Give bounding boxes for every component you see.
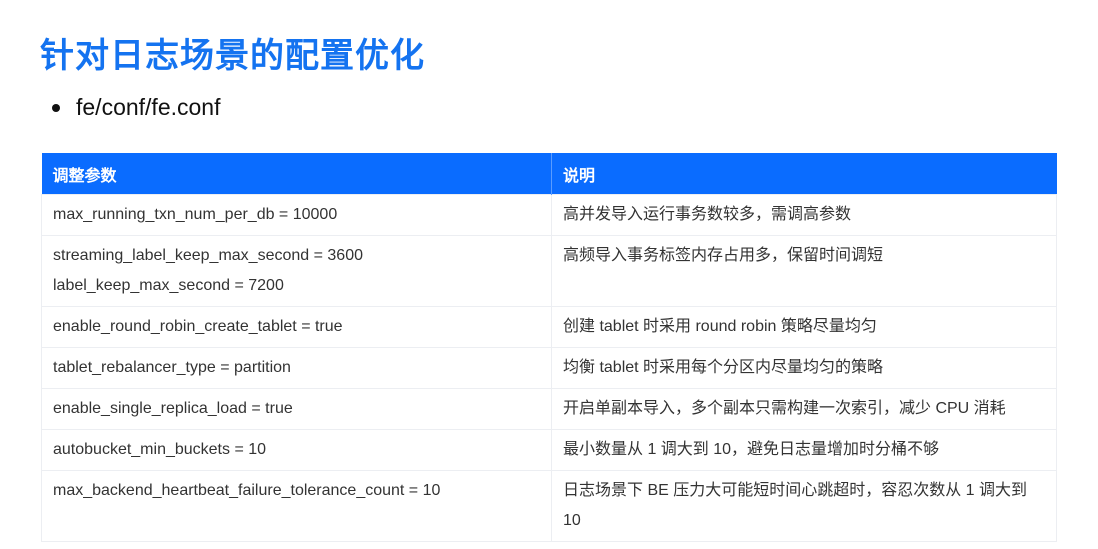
description-cell: 高并发导入运行事务数较多，需调高参数 [552, 195, 1057, 236]
description-cell: 最小数量从 1 调大到 10，避免日志量增加时分桶不够 [552, 430, 1057, 471]
param-line: label_keep_max_second = 7200 [53, 271, 540, 301]
table-row: enable_single_replica_load = true 开启单副本导入… [42, 389, 1057, 430]
bullet-dot-icon [52, 104, 60, 112]
table-header-row: 调整参数 说明 [42, 153, 1057, 195]
table-row: autobucket_min_buckets = 10 最小数量从 1 调大到 1… [42, 430, 1057, 471]
table-row: streaming_label_keep_max_second = 3600la… [42, 236, 1057, 307]
description-cell: 高频导入事务标签内存占用多，保留时间调短 [552, 236, 1057, 307]
table-row: enable_round_robin_create_tablet = true 创… [42, 307, 1057, 348]
header-param: 调整参数 [42, 153, 552, 195]
param-cell: tablet_rebalancer_type = partition [42, 348, 552, 389]
param-cell: enable_single_replica_load = true [42, 389, 552, 430]
param-line: max_running_txn_num_per_db = 10000 [53, 200, 540, 230]
config-table: 调整参数 说明 max_running_txn_num_per_db = 100… [41, 153, 1057, 542]
param-line: max_backend_heartbeat_failure_tolerance_… [53, 476, 540, 506]
param-cell: max_running_txn_num_per_db = 10000 [42, 195, 552, 236]
param-cell: max_backend_heartbeat_failure_tolerance_… [42, 471, 552, 542]
description-cell: 创建 tablet 时采用 round robin 策略尽量均匀 [552, 307, 1057, 348]
param-cell: autobucket_min_buckets = 10 [42, 430, 552, 471]
table-row: max_running_txn_num_per_db = 10000 高并发导入运… [42, 195, 1057, 236]
table-row: tablet_rebalancer_type = partition 均衡 tab… [42, 348, 1057, 389]
page-title: 针对日志场景的配置优化 [40, 28, 425, 77]
param-line: enable_single_replica_load = true [53, 394, 540, 424]
param-line: enable_round_robin_create_tablet = true [53, 312, 540, 342]
param-line: tablet_rebalancer_type = partition [53, 353, 540, 383]
description-cell: 均衡 tablet 时采用每个分区内尽量均匀的策略 [552, 348, 1057, 389]
param-cell: enable_round_robin_create_tablet = true [42, 307, 552, 348]
description-cell: 开启单副本导入，多个副本只需构建一次索引，减少 CPU 消耗 [552, 389, 1057, 430]
table-row: max_backend_heartbeat_failure_tolerance_… [42, 471, 1057, 542]
config-file-path: fe/conf/fe.conf [76, 94, 220, 121]
bullet-item: fe/conf/fe.conf [52, 94, 220, 121]
param-cell: streaming_label_keep_max_second = 3600la… [42, 236, 552, 307]
header-description: 说明 [552, 153, 1057, 195]
description-cell: 日志场景下 BE 压力大可能短时间心跳超时，容忍次数从 1 调大到 10 [552, 471, 1057, 542]
param-line: autobucket_min_buckets = 10 [53, 435, 540, 465]
param-line: streaming_label_keep_max_second = 3600 [53, 241, 540, 271]
